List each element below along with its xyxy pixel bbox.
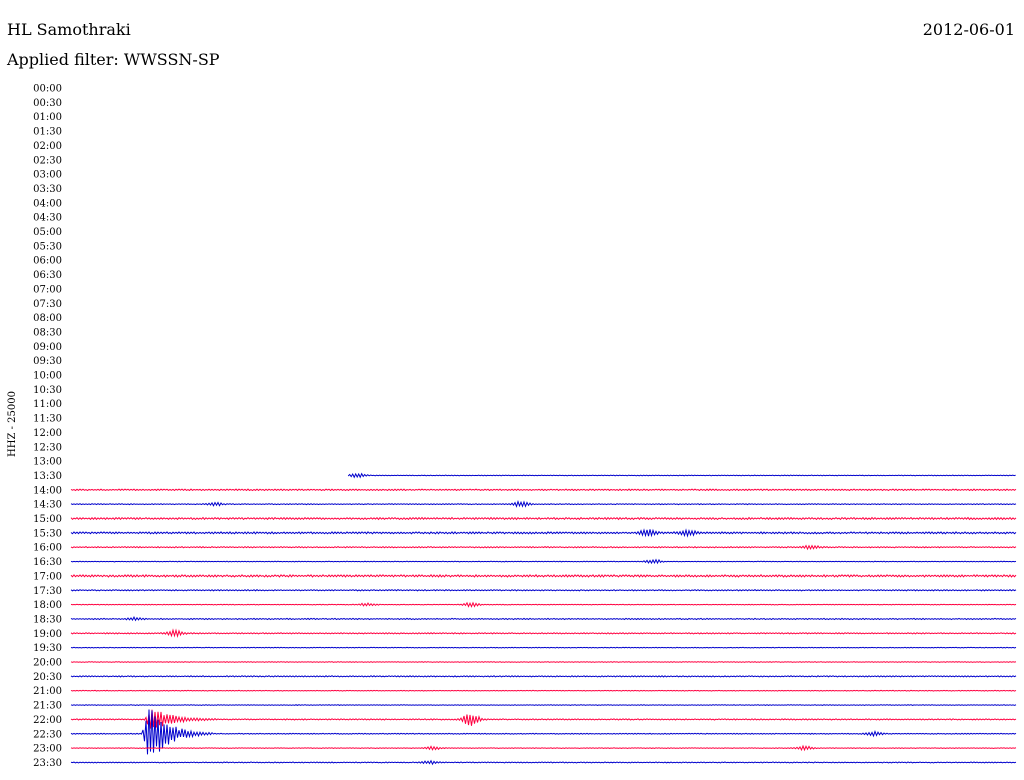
- time-tick-label: 18:30: [33, 614, 62, 625]
- time-tick-label: 20:00: [33, 658, 62, 669]
- time-tick-label: 01:00: [33, 112, 62, 123]
- time-tick-label: 04:00: [33, 198, 62, 209]
- time-tick-label: 23:30: [33, 758, 62, 769]
- time-tick-label: 16:30: [33, 557, 62, 568]
- time-tick-label: 17:00: [33, 571, 62, 582]
- trace-1900: [70, 628, 1017, 639]
- time-tick-label: 02:30: [33, 155, 62, 166]
- trace-2000: [70, 661, 1017, 663]
- trace-1730: [70, 589, 1017, 592]
- trace-2100: [70, 689, 1017, 692]
- trace-1500: [70, 516, 1017, 521]
- time-tick-label: 12:30: [33, 442, 62, 453]
- time-tick-label: 22:30: [33, 729, 62, 740]
- trace-2200: [70, 709, 1017, 729]
- time-tick-label: 05:00: [33, 227, 62, 238]
- trace-1430: [70, 500, 1017, 508]
- time-tick-label: 03:00: [33, 170, 62, 181]
- trace-1930: [70, 646, 1017, 649]
- time-tick-label: 00:30: [33, 98, 62, 109]
- time-tick-label: 06:00: [33, 256, 62, 267]
- trace-2300: [70, 744, 1017, 752]
- trace-2030: [70, 675, 1017, 678]
- trace-1700: [70, 574, 1017, 578]
- time-tick-label: 19:30: [33, 643, 62, 654]
- time-tick-label: 17:30: [33, 586, 62, 597]
- trace-1400: [70, 488, 1017, 492]
- time-tick-label: 13:00: [33, 457, 62, 468]
- time-tick-label: 21:00: [33, 686, 62, 697]
- trace-1630: [70, 558, 1017, 565]
- time-tick-label: 06:30: [33, 270, 62, 281]
- time-tick-label: 15:30: [33, 528, 62, 539]
- time-tick-label: 07:00: [33, 284, 62, 295]
- time-tick-labels: 00:00 00:30 01:00 01:30 02:00 02:30 03:00 03:30…: [33, 84, 62, 769]
- time-tick-label: 09:30: [33, 356, 62, 367]
- time-tick-label: 19:00: [33, 629, 62, 640]
- time-tick-label: 13:30: [33, 471, 62, 482]
- time-tick-label: 14:00: [33, 485, 62, 496]
- trace-1830: [70, 616, 1017, 622]
- time-tick-label: 01:30: [33, 127, 62, 138]
- time-tick-label: 16:00: [33, 543, 62, 554]
- time-tick-label: 00:00: [33, 84, 62, 95]
- time-tick-label: 08:00: [33, 313, 62, 324]
- time-tick-label: 12:00: [33, 428, 62, 439]
- trace-1330: [347, 472, 1016, 479]
- time-tick-label: 09:00: [33, 342, 62, 353]
- time-tick-label: 11:00: [33, 399, 62, 410]
- helicorder-plot: 00:00 00:30 01:00 01:30 02:00 02:30 03:00 03:30…: [33, 84, 1017, 769]
- time-tick-label: 05:30: [33, 241, 62, 252]
- trace-1530: [70, 528, 1017, 538]
- trace-1600: [70, 544, 1017, 551]
- time-tick-label: 03:30: [33, 184, 62, 195]
- trace-1800: [70, 601, 1017, 608]
- time-tick-label: 20:30: [33, 672, 62, 683]
- time-tick-label: 15:00: [33, 514, 62, 525]
- time-tick-label: 11:30: [33, 414, 62, 425]
- trace-2330: [70, 759, 1017, 766]
- trace-2130: [70, 704, 1017, 706]
- time-tick-label: 08:30: [33, 327, 62, 338]
- time-tick-label: 07:30: [33, 299, 62, 310]
- time-tick-label: 10:00: [33, 371, 62, 382]
- time-tick-label: 14:30: [33, 500, 62, 511]
- time-tick-label: 21:30: [33, 701, 62, 712]
- seismic-traces: [70, 472, 1017, 766]
- time-tick-label: 22:00: [33, 715, 62, 726]
- time-tick-label: 10:30: [33, 385, 62, 396]
- time-tick-label: 23:00: [33, 744, 62, 755]
- time-tick-label: 04:30: [33, 213, 62, 224]
- time-tick-label: 02:00: [33, 141, 62, 152]
- time-tick-label: 18:00: [33, 600, 62, 611]
